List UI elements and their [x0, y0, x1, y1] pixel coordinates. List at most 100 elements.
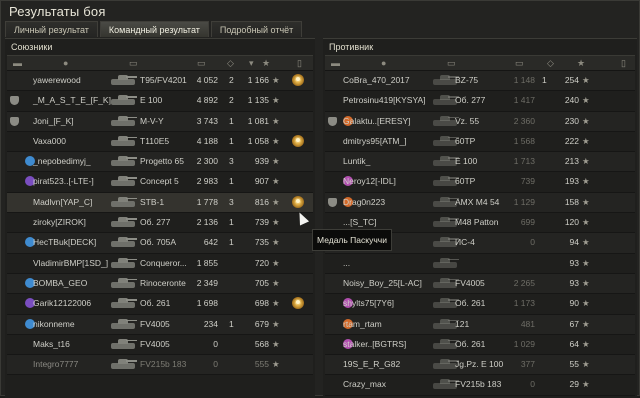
- player-row[interactable]: Neroy12[-IDL] 60TP 739 193 ★: [325, 172, 635, 193]
- xp-value: 230: [564, 115, 579, 126]
- frags-value: 1: [229, 176, 234, 187]
- player-row[interactable]: pirat523..[-LTE-] Concept 5 2 983 1 907 ★: [7, 172, 313, 193]
- player-row[interactable]: yawerewood T95/FV4201 4 052 2 1 166 ★ ✹: [7, 71, 313, 92]
- star-icon: ★: [272, 196, 280, 207]
- tank-icon: [109, 297, 137, 310]
- star-icon: ★: [272, 217, 280, 228]
- xp-value: 222: [564, 135, 579, 146]
- player-row[interactable]: Luntik_ E 100 1 713 213 ★: [325, 152, 635, 173]
- frags-value: 1: [229, 217, 234, 228]
- player-row[interactable]: 19S_E_R_G82 Jg.Pz. E 100 377 55 ★: [325, 355, 635, 376]
- xp-value: 213: [564, 156, 579, 167]
- enemies-column-header: ▬ ● ▭ ▭ ◇ ★ ▯: [325, 55, 635, 71]
- tank-name: T95/FV4201: [140, 75, 187, 85]
- player-name: 19S_E_R_G82: [343, 359, 401, 370]
- frags-value: 3: [229, 196, 234, 207]
- damage-value: 0: [213, 338, 218, 349]
- xp-column-icon[interactable]: ★: [577, 58, 585, 68]
- player-name: Drag0n223: [343, 196, 386, 207]
- tank-icon: [431, 257, 459, 270]
- tank-name: E 100: [140, 95, 163, 106]
- player-row[interactable]: BOMBA_GEO Rinoceronte 2 349 705 ★: [7, 273, 313, 295]
- damage-value: 2 136: [196, 217, 218, 228]
- damage-value: 2 983: [196, 176, 218, 187]
- medal-icon[interactable]: ✹: [292, 297, 304, 310]
- player-row[interactable]: stalker..[BGTRS] Об. 261 1 029 64 ★: [325, 334, 635, 356]
- damage-column-icon[interactable]: ▭: [197, 58, 206, 68]
- xp-value: 55: [569, 359, 579, 370]
- player-column-icon[interactable]: ●: [381, 58, 386, 68]
- star-icon: ★: [582, 257, 590, 268]
- damage-value: 4 052: [196, 75, 218, 85]
- tab-team-result[interactable]: Командный результат: [99, 21, 209, 37]
- player-row[interactable]: ... 93 ★: [325, 253, 635, 274]
- frags-value: 1: [542, 75, 547, 85]
- star-icon: ★: [272, 176, 280, 187]
- player-row[interactable]: rtam_rtam 121 481 67 ★: [325, 314, 635, 335]
- xp-value: 93: [569, 257, 579, 268]
- star-icon: ★: [582, 95, 590, 106]
- tab-personal-result[interactable]: Личный результат: [5, 21, 98, 37]
- status-column-icon[interactable]: ▯: [621, 58, 626, 68]
- tank-column-icon[interactable]: ▭: [129, 58, 138, 68]
- player-row[interactable]: Crazy_max FV215b 183 0 29 ★: [325, 375, 635, 396]
- frags-column-icon[interactable]: ◇: [227, 58, 234, 68]
- damage-value: 2 265: [513, 277, 535, 288]
- tank-icon: [109, 358, 137, 371]
- player-row[interactable]: Drag0n223 AMX M4 54 1 129 158 ★: [325, 192, 635, 214]
- player-row[interactable]: Noisy_Boy_25[L-AC] FV4005 2 265 93 ★: [325, 273, 635, 295]
- tank-name: Об. 261: [140, 298, 171, 309]
- player-row[interactable]: VladimirBMP[1SD_] Conqueror... 1 855 720 ★: [7, 253, 313, 274]
- player-row[interactable]: ziroky[ZIROK] Об. 277 2 136 1 739 ★: [7, 213, 313, 234]
- tank-icon: [109, 236, 137, 249]
- player-column-icon[interactable]: ●: [63, 58, 68, 68]
- xp-value: 29: [569, 379, 579, 390]
- player-row[interactable]: dmitrys95[ATM_] 60TP 1 568 222 ★: [325, 131, 635, 153]
- player-name: nikonneme: [33, 318, 75, 329]
- player-row[interactable]: shylts75[7Y6] Об. 261 1 173 90 ★: [325, 294, 635, 315]
- player-row[interactable]: HecTBuk[DECK] Об. 705А 642 1 735 ★: [7, 233, 313, 254]
- status-column-icon[interactable]: ▯: [297, 58, 302, 68]
- player-row[interactable]: CoBra_470_2017 BZ-75 1 148 1 254 ★: [325, 71, 635, 92]
- player-row[interactable]: Integro7777 FV215b 183 0 555 ★: [7, 355, 313, 376]
- tank-name: M-V-Y: [140, 115, 164, 126]
- player-name: Petrosinu419[KYSYA]: [343, 95, 426, 106]
- frags-column-icon[interactable]: ◇: [547, 58, 554, 68]
- player-row[interactable]: Joni_[F_K] M-V-Y 3 743 1 1 081 ★: [7, 111, 313, 132]
- medal-icon[interactable]: ✹: [292, 74, 304, 86]
- xp-value: 705: [254, 277, 269, 288]
- tank-name: Conqueror...: [140, 257, 187, 268]
- enemies-title: Противник: [329, 42, 374, 52]
- player-row[interactable]: Maks_t16 FV4005 0 568 ★: [7, 334, 313, 356]
- star-icon: ★: [272, 95, 280, 106]
- clan-column-icon[interactable]: ▬: [13, 58, 22, 68]
- player-row[interactable]: nikonneme FV4005 234 1 679 ★: [7, 314, 313, 335]
- player-row[interactable]: _M_A_S_T_E_[F_K] E 100 4 892 2 1 135 ★: [7, 91, 313, 112]
- tank-icon: [109, 338, 137, 351]
- damage-value: 2 349: [196, 277, 218, 288]
- clan-column-icon[interactable]: ▬: [331, 58, 340, 68]
- sort-chevron-icon[interactable]: ▾: [249, 58, 254, 68]
- medal-icon[interactable]: ✹: [292, 195, 304, 208]
- player-row[interactable]: Galaktu..[ERESY] Vz. 55 2 360 230 ★: [325, 111, 635, 132]
- player-name: Madlvn[YAP_C]: [33, 196, 93, 207]
- player-row[interactable]: Vaxa000 T110E5 4 188 1 1 058 ★ ✹: [7, 131, 313, 153]
- damage-column-icon[interactable]: ▭: [515, 58, 524, 68]
- clan-emblem-icon: [328, 197, 337, 207]
- player-name: Noisy_Boy_25[L-AC]: [343, 277, 422, 288]
- tank-name: FV4005: [140, 318, 170, 329]
- tab-detailed-report[interactable]: Подробный отчёт: [210, 21, 303, 37]
- medal-icon[interactable]: ✹: [292, 134, 304, 147]
- frags-value: 1: [229, 318, 234, 329]
- allies-list: yawerewood T95/FV4201 4 052 2 1 166 ★ ✹ _M_A_S_…: [7, 71, 313, 376]
- tank-name: Rinoceronte: [140, 277, 186, 288]
- player-row[interactable]: Madlvn[YAP_C] STB-1 1 778 3 816 ★ ✹: [7, 192, 313, 214]
- player-name: pirat523..[-LTE-]: [33, 176, 94, 187]
- xp-column-icon[interactable]: ★: [262, 58, 270, 68]
- player-row[interactable]: Garik12122006 Об. 261 1 698 698 ★ ✹: [7, 294, 313, 315]
- player-row[interactable]: Petrosinu419[KYSYA] Об. 277 1 417 240 ★: [325, 91, 635, 112]
- player-row[interactable]: _nepobedimyj_ Progetto 65 2 300 3 939 ★: [7, 152, 313, 173]
- tank-icon: [109, 74, 137, 87]
- tank-column-icon[interactable]: ▭: [447, 58, 456, 68]
- player-name: Luntik_: [343, 156, 371, 167]
